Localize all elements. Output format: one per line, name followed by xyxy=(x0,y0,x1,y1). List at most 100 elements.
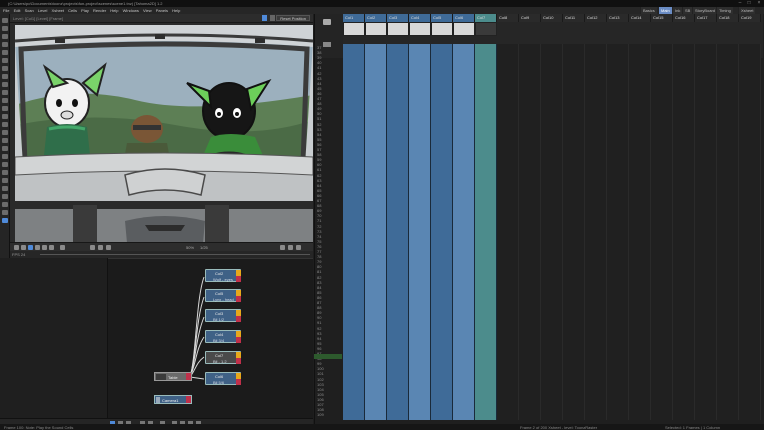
menu-xsheet[interactable]: Xsheet xyxy=(52,7,64,14)
level-column[interactable] xyxy=(453,44,475,420)
level-column[interactable] xyxy=(387,44,409,420)
room-tab-storyboard[interactable]: StoryBoard xyxy=(692,7,718,14)
menu-help[interactable]: Help xyxy=(110,7,118,14)
loop-icon[interactable] xyxy=(60,245,65,250)
column-node[interactable]: Col4 Bil 3/4 xyxy=(205,330,241,343)
camera-column-icon[interactable] xyxy=(323,42,331,47)
hook-tool-icon[interactable] xyxy=(2,178,8,183)
level-column[interactable] xyxy=(409,44,431,420)
column-thumbnail[interactable] xyxy=(365,22,387,36)
room-tab-basics[interactable]: Basics xyxy=(640,7,657,14)
frame-slider-bar[interactable]: FPS 24 xyxy=(10,251,313,258)
sub-camera-icon[interactable] xyxy=(106,245,111,250)
column-header[interactable]: Col3 xyxy=(387,14,409,22)
menu-help-2[interactable]: Help xyxy=(172,7,180,14)
column-node[interactable]: Col3 Bil 1/2 xyxy=(205,309,241,322)
menu-windows[interactable]: Windows xyxy=(123,7,139,14)
empty-column[interactable] xyxy=(651,44,673,420)
brush-tool-icon[interactable] xyxy=(2,34,8,39)
fps-field[interactable]: FPS 24 xyxy=(12,252,25,257)
last-frame-icon[interactable] xyxy=(49,245,54,250)
node-port-icon[interactable] xyxy=(186,373,191,380)
level-column[interactable] xyxy=(343,44,365,420)
active-tool-icon[interactable] xyxy=(2,218,8,223)
rotate-tool-icon[interactable] xyxy=(2,202,8,207)
column-header[interactable]: Col6 xyxy=(453,14,475,22)
empty-column[interactable] xyxy=(607,44,629,420)
menu-level[interactable]: Level xyxy=(38,7,48,14)
column-node[interactable]: Col2 Wolf - eyes xyxy=(205,269,241,282)
type-tool-icon[interactable] xyxy=(2,50,8,55)
geometric-tool-icon[interactable] xyxy=(2,42,8,47)
column-thumbnail[interactable] xyxy=(475,22,497,36)
reset-view-icon[interactable] xyxy=(296,245,301,250)
empty-column[interactable] xyxy=(519,44,541,420)
column-header[interactable]: Col10 xyxy=(541,14,563,22)
menu-file[interactable]: File xyxy=(3,7,9,14)
play-icon[interactable] xyxy=(28,245,33,250)
viewer-option-icon[interactable] xyxy=(262,15,267,21)
menu-cells[interactable]: Cells xyxy=(68,7,77,14)
prev-frame-icon[interactable] xyxy=(21,245,26,250)
tracker-tool-icon[interactable] xyxy=(2,170,8,175)
cutter-tool-icon[interactable] xyxy=(2,154,8,159)
plastic-tool-icon[interactable] xyxy=(2,186,8,191)
empty-column[interactable] xyxy=(563,44,585,420)
camera-node[interactable]: Camera1 xyxy=(154,395,192,404)
close-icon[interactable]: × xyxy=(754,0,764,7)
camera-view-icon[interactable] xyxy=(90,245,95,250)
column-header[interactable]: Col1 xyxy=(343,14,365,22)
column-header[interactable]: Col19 xyxy=(739,14,761,22)
column-node[interactable]: Col6 Bil 5/6 xyxy=(205,372,241,385)
iron-tool-icon[interactable] xyxy=(2,146,8,151)
viewer-option-icon[interactable] xyxy=(270,15,275,21)
room-tab-timing[interactable]: Timing xyxy=(716,7,733,14)
column-header[interactable]: Col17 xyxy=(695,14,717,22)
column-thumbnail[interactable] xyxy=(431,22,453,36)
empty-column[interactable] xyxy=(497,44,519,420)
column-header[interactable]: Col15 xyxy=(651,14,673,22)
column-header[interactable]: Col4 xyxy=(409,14,431,22)
empty-column[interactable] xyxy=(673,44,695,420)
maximize-icon[interactable]: □ xyxy=(744,0,754,7)
column-node[interactable]: Col7 Bil - 1,2 xyxy=(205,351,241,364)
camera-view[interactable] xyxy=(15,25,313,243)
column-header[interactable]: Col16 xyxy=(673,14,695,22)
level-column[interactable] xyxy=(365,44,387,420)
column-header[interactable]: Col13 xyxy=(607,14,629,22)
empty-column[interactable] xyxy=(739,44,761,420)
column-thumbnail[interactable] xyxy=(343,22,365,36)
pump-tool-icon[interactable] xyxy=(2,122,8,127)
column-thumbnail[interactable] xyxy=(387,22,409,36)
column-header[interactable]: Col14 xyxy=(629,14,651,22)
room-tab-sb[interactable]: SB xyxy=(682,7,693,14)
table-node[interactable]: Table xyxy=(154,372,192,381)
menu-render[interactable]: Render xyxy=(93,7,106,14)
empty-column[interactable] xyxy=(717,44,739,420)
empty-column[interactable] xyxy=(629,44,651,420)
level-column[interactable] xyxy=(431,44,453,420)
room-tab-main[interactable]: Main xyxy=(658,7,672,14)
column-node[interactable]: Col5 Lynx - head xyxy=(205,289,241,302)
column-thumbnail[interactable] xyxy=(453,22,475,36)
zoom-tool-icon[interactable] xyxy=(2,194,8,199)
empty-column[interactable] xyxy=(585,44,607,420)
row-number[interactable]: 109 xyxy=(317,412,324,417)
column-header[interactable]: Col7 xyxy=(475,14,497,22)
column-thumbnail[interactable] xyxy=(409,22,431,36)
hand-tool-icon[interactable] xyxy=(2,210,8,215)
tape-tool-icon[interactable] xyxy=(2,82,8,87)
preview-icon[interactable] xyxy=(98,245,103,250)
toggle-xsheet-icon[interactable] xyxy=(323,19,331,25)
menu-edit[interactable]: Edit xyxy=(14,7,21,14)
sound-column[interactable] xyxy=(475,44,497,420)
column-header[interactable]: Col12 xyxy=(585,14,607,22)
column-header[interactable]: Col8 xyxy=(497,14,519,22)
control-point-editor-icon[interactable] xyxy=(2,106,8,111)
pinch-tool-icon[interactable] xyxy=(2,114,8,119)
node-port-icon[interactable] xyxy=(186,396,191,403)
fill-tool-icon[interactable] xyxy=(2,58,8,63)
menu-play[interactable]: Play xyxy=(81,7,89,14)
reset-position-button[interactable]: Reset Position xyxy=(276,15,310,21)
magnet-tool-icon[interactable] xyxy=(2,130,8,135)
